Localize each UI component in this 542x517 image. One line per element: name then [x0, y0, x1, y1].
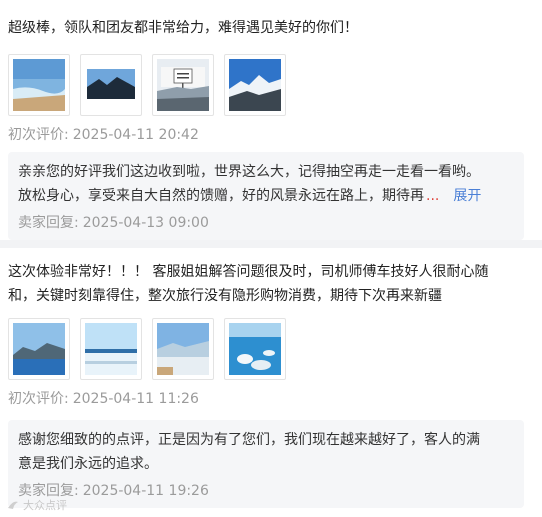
review-label: 初次评价: — [8, 127, 69, 143]
review-photos — [8, 54, 286, 116]
review-time: 2025-04-11 20:42 — [72, 127, 199, 143]
review-time: 2025-04-11 11:26 — [72, 391, 199, 407]
review-photo[interactable] — [152, 318, 214, 380]
review-label: 初次评价: — [8, 391, 69, 407]
review-text-line: 和，关键时刻靠得住，整次旅行没有隐形购物消费，期待下次再来新疆 — [8, 288, 442, 304]
review-photo[interactable] — [152, 54, 214, 116]
review-card: 超级棒，领队和团友都非常给力，难得遇见美好的你们！ 初次评价: 2025-04-… — [0, 0, 542, 240]
review-photo[interactable] — [224, 318, 286, 380]
section-divider — [0, 240, 542, 248]
review-photo[interactable] — [80, 318, 142, 380]
reply-label: 卖家回复: — [18, 215, 79, 231]
reply-meta: 卖家回复: 2025-04-11 19:26 — [18, 480, 514, 500]
review-photo[interactable] — [224, 54, 286, 116]
reply-text-line: 感谢您细致的的点评，正是因为有了您们，我们现在越来越好了，客人的满 — [18, 432, 480, 448]
reply-time: 2025-04-11 19:26 — [82, 483, 209, 499]
reply-time: 2025-04-13 09:00 — [82, 215, 209, 231]
review-meta: 初次评价: 2025-04-11 11:26 — [8, 388, 199, 408]
ellipsis: ... — [426, 188, 440, 204]
reply-meta: 卖家回复: 2025-04-13 09:00 — [18, 212, 514, 232]
watermark-logo-icon — [8, 501, 18, 509]
review-photo[interactable] — [8, 54, 70, 116]
review-photo[interactable] — [8, 318, 70, 380]
review-photos — [8, 318, 286, 380]
seller-reply: 感谢您细致的的点评，正是因为有了您们，我们现在越来越好了，客人的满 意是我们永远… — [8, 420, 524, 508]
reply-text-truncated: 放松身心，享受来自大自然的馈赠，好的风景永远在路上，期待再 — [18, 188, 424, 204]
review-photo[interactable] — [80, 54, 142, 116]
reply-text-line: 亲亲您的好评我们这边收到啦，世界这么大，记得抽空再走一走看一看哟。 — [18, 164, 480, 180]
expand-link[interactable]: 展开 — [453, 184, 481, 208]
watermark-text: 大众点评 — [23, 499, 67, 512]
watermark: 大众点评 — [6, 497, 67, 513]
review-text: 超级棒，领队和团友都非常给力，难得遇见美好的你们！ — [8, 20, 358, 36]
reply-text-line: 意是我们永远的追求。 — [18, 456, 158, 472]
review-text-line: 这次体验非常好！！！ 客服姐姐解答问题很及时，司机师傅车技好人很耐心随 — [8, 264, 489, 280]
review-card: 这次体验非常好！！！ 客服姐姐解答问题很及时，司机师傅车技好人很耐心随 和，关键… — [0, 248, 542, 510]
reply-text-line: 放松身心，享受来自大自然的馈赠，好的风景永远在路上，期待再 ... 展开 — [18, 184, 514, 208]
review-meta: 初次评价: 2025-04-11 20:42 — [8, 124, 199, 144]
seller-reply: 亲亲您的好评我们这边收到啦，世界这么大，记得抽空再走一走看一看哟。 放松身心，享… — [8, 152, 524, 240]
